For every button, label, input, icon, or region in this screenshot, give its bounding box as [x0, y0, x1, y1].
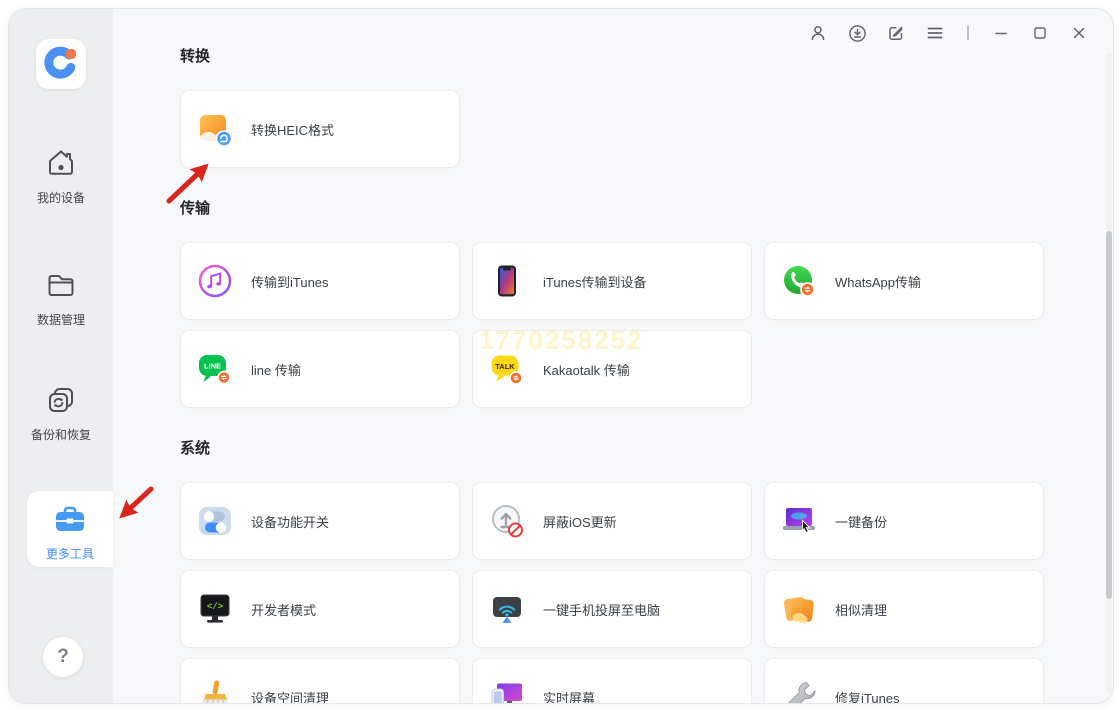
tool-card-kakaotalk[interactable]: TALK Kakaotalk 传输 — [472, 330, 752, 408]
tool-card-label: 相似清理 — [835, 602, 888, 618]
tool-card-label: 屏蔽iOS更新 — [543, 514, 617, 530]
tool-card-to-itunes[interactable]: 传输到iTunes — [180, 242, 460, 320]
live-screen-icon — [489, 679, 525, 703]
tool-card-whatsapp[interactable]: WhatsApp传输 — [764, 242, 1044, 320]
scrollbar-thumb[interactable] — [1106, 231, 1112, 599]
tool-card-label: 一键备份 — [835, 514, 888, 530]
section-title-transfer: 传输 — [180, 200, 211, 217]
tool-card-line[interactable]: LINE line 传输 — [180, 330, 460, 408]
compose-icon[interactable] — [886, 23, 906, 43]
toolbox-icon — [56, 506, 84, 531]
tool-card-screen-mirror[interactable]: 一键手机投屏至电脑 — [472, 570, 752, 648]
itunes-icon — [197, 263, 233, 299]
sidebar-item-label: 数据管理 — [36, 313, 85, 327]
backup-restore-icon — [49, 388, 73, 412]
tool-card-label: 修复iTunes — [835, 690, 900, 704]
sidebar-item-label: 更多工具 — [45, 547, 94, 561]
tool-card-label: 实时屏幕 — [543, 690, 596, 704]
tool-card-label: 一键手机投屏至电脑 — [543, 602, 661, 618]
tool-card-label: 设备空间清理 — [251, 690, 330, 704]
line-icon: LINE — [197, 351, 233, 387]
section-grid-convert: 转换HEIC格式 — [180, 90, 1113, 168]
broom-icon — [197, 679, 233, 703]
main-panel: 1770258252 转换 转换HEIC格式 传输 传输到iTunes iTun… — [113, 9, 1113, 703]
sidebar-item-data-management[interactable]: 数据管理 — [9, 269, 113, 328]
tool-card-label: 传输到iTunes — [251, 274, 329, 290]
sidebar-item-backup-restore[interactable]: 备份和恢复 — [9, 384, 113, 443]
tool-card-label: Kakaotalk 传输 — [543, 362, 630, 378]
tool-card-label: 开发者模式 — [251, 602, 317, 618]
sidebar-item-label: 我的设备 — [36, 191, 85, 205]
tool-card-developer-mode[interactable]: </> 开发者模式 — [180, 570, 460, 648]
tool-card-live-screen[interactable]: 实时屏幕 — [472, 658, 752, 703]
tool-card-label: iTunes传输到设备 — [543, 274, 647, 290]
tool-card-label: line 传输 — [251, 362, 301, 378]
help-button[interactable]: ? — [43, 637, 83, 677]
section-title-system: 系统 — [180, 440, 211, 457]
tool-card-device-switch[interactable]: 设备功能开关 — [180, 482, 460, 560]
folder-icon — [48, 275, 74, 296]
tool-card-one-click-backup[interactable]: 一键备份 — [764, 482, 1044, 560]
whatsapp-icon — [781, 263, 817, 299]
block-update-icon — [489, 503, 525, 539]
section-title-convert: 转换 — [180, 48, 211, 65]
laptop-backup-icon — [781, 503, 817, 539]
svg-text:LINE: LINE — [204, 362, 221, 371]
sidebar-item-label: 备份和恢复 — [30, 428, 91, 442]
sidebar: 我的设备 数据管理 备份和恢复 更多工具 ? — [9, 9, 113, 703]
app-logo-icon — [36, 39, 86, 89]
tool-card-similar-clean[interactable]: 相似清理 — [764, 570, 1044, 648]
similar-photos-icon — [781, 591, 817, 627]
screen-mirror-icon — [489, 591, 525, 627]
menu-icon[interactable] — [925, 23, 945, 43]
developer-mode-icon: </> — [197, 591, 233, 627]
heic-convert-icon — [197, 111, 233, 147]
iphone-icon — [489, 263, 525, 299]
sidebar-item-more-tools[interactable]: 更多工具 — [27, 491, 113, 567]
tool-card-space-clean[interactable]: 设备空间清理 — [180, 658, 460, 703]
help-icon: ? — [57, 646, 69, 667]
close-button[interactable] — [1069, 23, 1089, 43]
svg-text:TALK: TALK — [495, 362, 515, 371]
maximize-button[interactable] — [1030, 23, 1050, 43]
tool-card-heic[interactable]: 转换HEIC格式 — [180, 90, 460, 168]
window-divider — [964, 23, 972, 43]
tool-card-label: 设备功能开关 — [251, 514, 330, 530]
home-icon — [49, 150, 73, 175]
tool-card-repair-itunes[interactable]: 修复iTunes — [764, 658, 1044, 703]
kakaotalk-icon: TALK — [489, 351, 525, 387]
tool-card-label: 转换HEIC格式 — [251, 122, 335, 138]
minimize-button[interactable] — [991, 23, 1011, 43]
user-account-icon[interactable] — [808, 23, 828, 43]
wrench-icon — [781, 679, 817, 703]
sidebar-item-my-device[interactable]: 我的设备 — [9, 147, 113, 206]
download-icon[interactable] — [847, 23, 867, 43]
tools-content: 转换 转换HEIC格式 传输 传输到iTunes iTunes传输到设备 Wha… — [113, 9, 1113, 703]
tool-card-block-ios-update[interactable]: 屏蔽iOS更新 — [472, 482, 752, 560]
tool-card-label: WhatsApp传输 — [835, 274, 921, 290]
section-grid-transfer: 传输到iTunes iTunes传输到设备 WhatsApp传输 LINE li… — [180, 242, 1113, 408]
toggle-switches-icon — [197, 503, 233, 539]
titlebar-controls — [808, 23, 1089, 43]
app-window: 我的设备 数据管理 备份和恢复 更多工具 ? 1770258252 转换 转换H… — [8, 8, 1114, 704]
svg-text:</>: </> — [207, 602, 223, 612]
tool-card-itunes-to-device[interactable]: iTunes传输到设备 — [472, 242, 752, 320]
section-grid-system: 设备功能开关 屏蔽iOS更新 一键备份 </> 开发者模式 一键手机投屏至电脑 … — [180, 482, 1113, 703]
